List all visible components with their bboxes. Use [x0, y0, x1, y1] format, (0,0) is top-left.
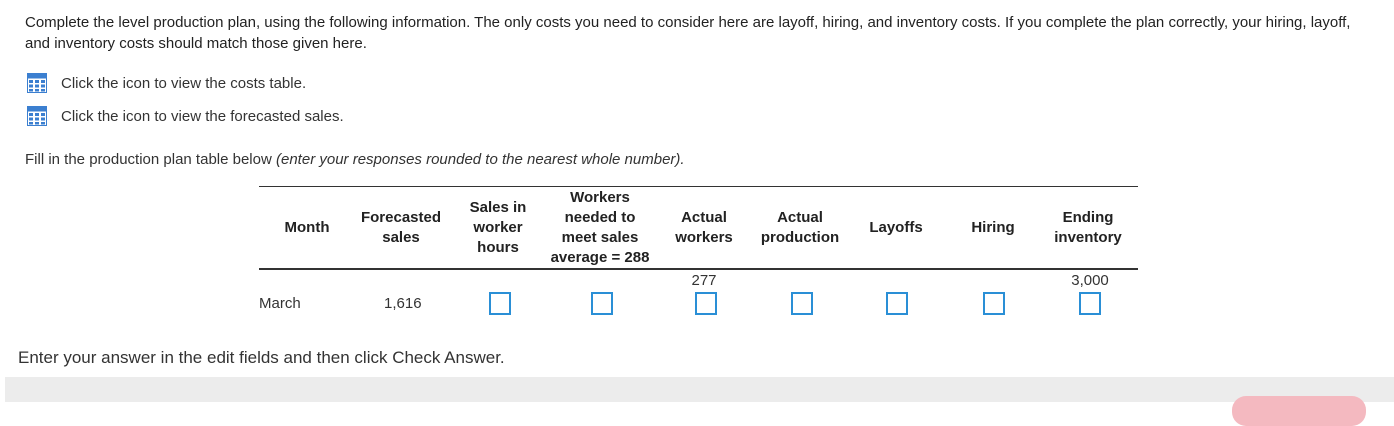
header-ending-inventory: Ending inventory	[1054, 209, 1122, 246]
footer-bar	[5, 377, 1394, 402]
row-month: March	[259, 295, 301, 312]
costs-table-label: Click the icon to view the costs table.	[61, 74, 307, 92]
table-top-rule	[259, 186, 1138, 187]
actual-workers-input[interactable]	[695, 292, 717, 315]
row-forecasted-sales: 1,616	[384, 295, 422, 312]
footer-prompt: Enter your answer in the edit fields and…	[18, 348, 505, 367]
header-hiring: Hiring	[971, 219, 1015, 236]
workers-needed-input[interactable]	[591, 292, 613, 315]
header-actual-workers: Actual workers	[675, 209, 733, 246]
table-icon[interactable]	[27, 106, 47, 126]
layoffs-input[interactable]	[886, 292, 908, 315]
header-sales-in-worker-hours: Sales in worker hours	[469, 199, 527, 256]
header-actual-production: Actual production	[760, 209, 840, 246]
ending-inventory-input[interactable]	[1079, 292, 1101, 315]
instructions-main: Fill in the production plan table below	[25, 151, 276, 168]
header-workers-needed: Workers needed to meet sales average = 2…	[550, 189, 650, 266]
costs-table-link[interactable]: Click the icon to view the costs table.	[27, 73, 306, 93]
prior-ending-inventory: 3,000	[1071, 272, 1109, 289]
header-layoffs: Layoffs	[869, 219, 923, 236]
table-icon[interactable]	[27, 73, 47, 93]
check-answer-button[interactable]	[1232, 396, 1366, 426]
header-month: Month	[284, 219, 330, 236]
intro-text: Complete the level production plan, usin…	[25, 14, 1351, 52]
hiring-input[interactable]	[983, 292, 1005, 315]
instructions: Fill in the production plan table below …	[25, 151, 685, 168]
prior-actual-workers: 277	[691, 272, 717, 289]
sales-in-worker-hours-input[interactable]	[489, 292, 511, 315]
instructions-note: (enter your responses rounded to the nea…	[276, 151, 685, 168]
header-forecasted-sales: Forecasted sales	[360, 209, 442, 246]
table-header-rule	[259, 268, 1138, 270]
forecasted-sales-link[interactable]: Click the icon to view the forecasted sa…	[27, 106, 344, 126]
forecasted-sales-label: Click the icon to view the forecasted sa…	[61, 107, 344, 125]
actual-production-input[interactable]	[791, 292, 813, 315]
